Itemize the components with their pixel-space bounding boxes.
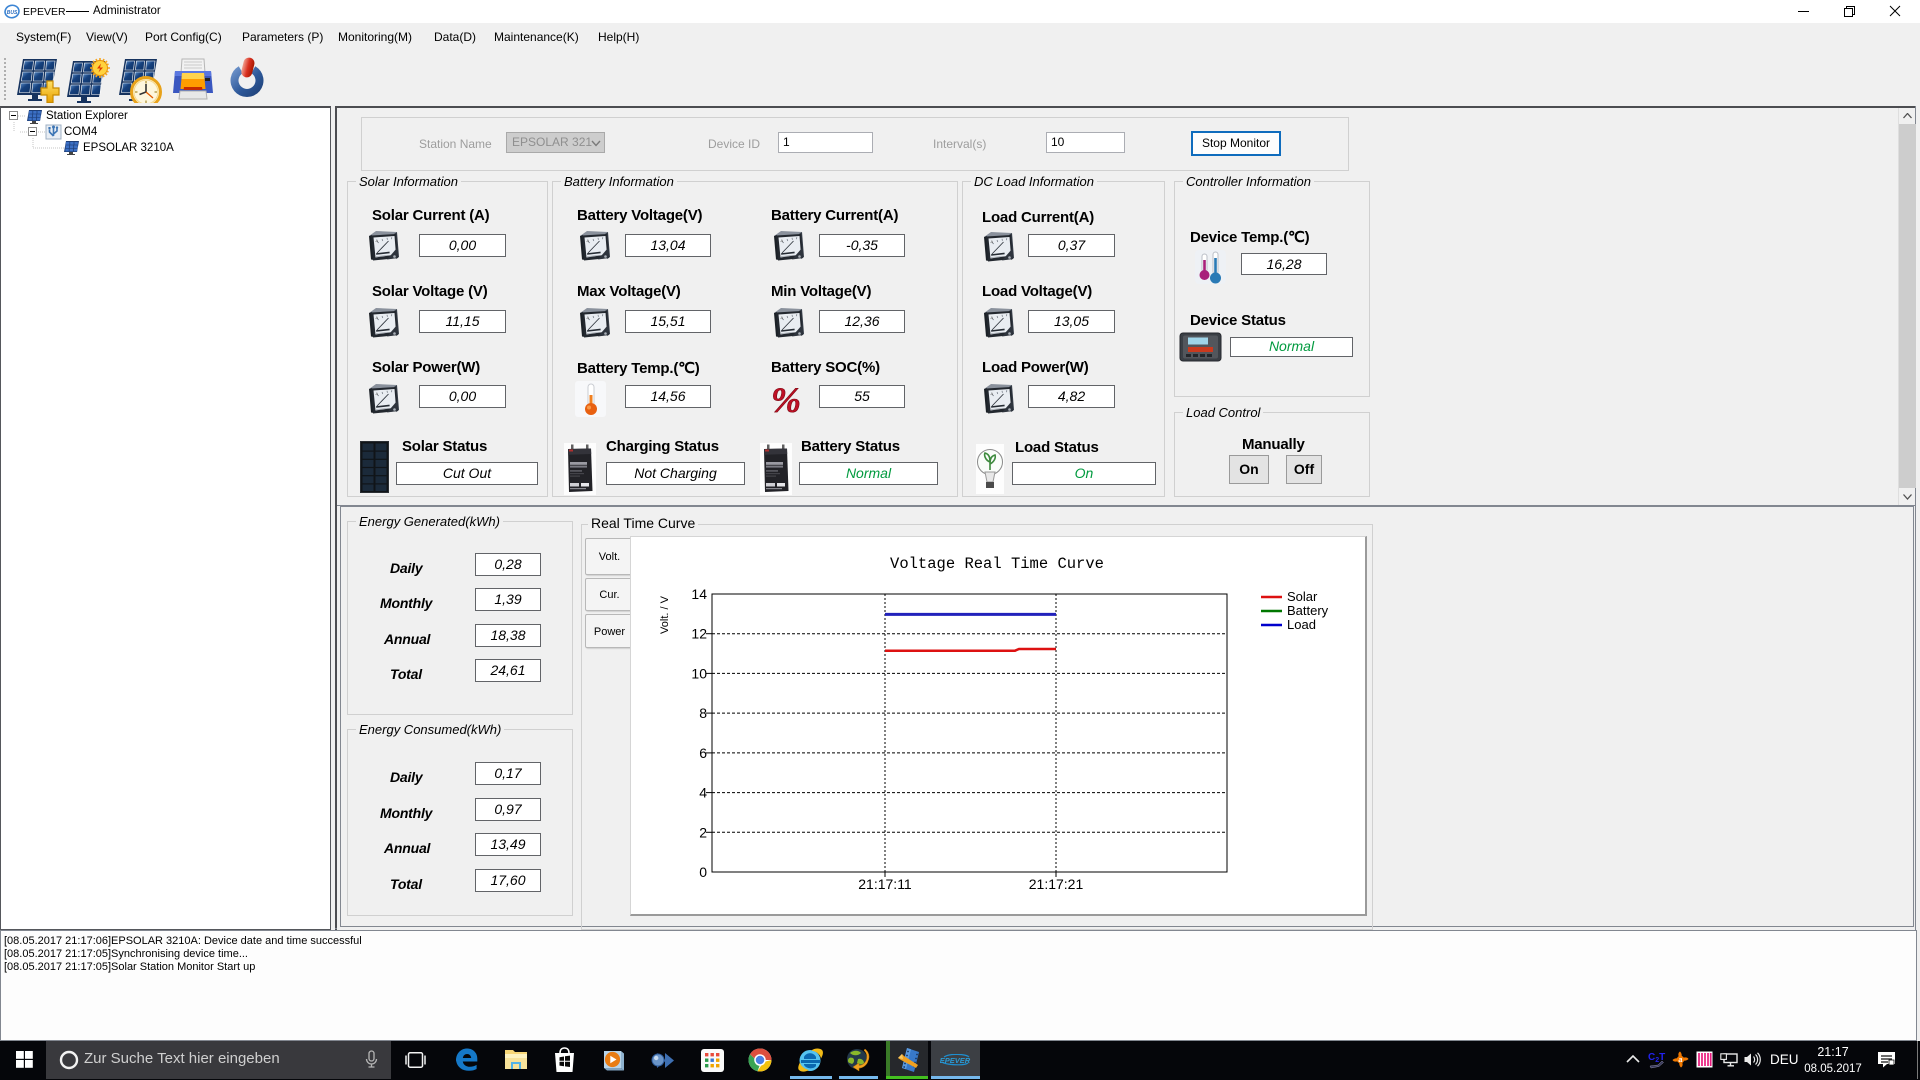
- svg-text:Load: Load: [1287, 617, 1316, 632]
- svg-text:10: 10: [691, 665, 707, 681]
- svg-text:Solar: Solar: [1287, 589, 1318, 604]
- svg-text:4: 4: [699, 785, 707, 801]
- svg-text:21:17:11: 21:17:11: [858, 876, 912, 892]
- svg-text:14: 14: [691, 586, 707, 602]
- svg-text:12: 12: [691, 626, 707, 642]
- svg-text:8: 8: [699, 705, 707, 721]
- svg-text:a: a: [1679, 1057, 1683, 1064]
- svg-text:2: 2: [699, 824, 707, 840]
- svg-text:Volt. / V: Volt. / V: [659, 595, 671, 634]
- svg-text:BUS: BUS: [7, 10, 18, 16]
- svg-text:6: 6: [699, 745, 707, 761]
- svg-text:Voltage Real Time Curve: Voltage Real Time Curve: [890, 555, 1104, 573]
- svg-text:Battery: Battery: [1287, 603, 1329, 618]
- svg-text:21:17:21: 21:17:21: [1029, 876, 1084, 892]
- svg-text:%: %: [772, 381, 801, 417]
- svg-text:EPEVER: EPEVER: [940, 1056, 971, 1065]
- svg-text:0: 0: [699, 864, 707, 880]
